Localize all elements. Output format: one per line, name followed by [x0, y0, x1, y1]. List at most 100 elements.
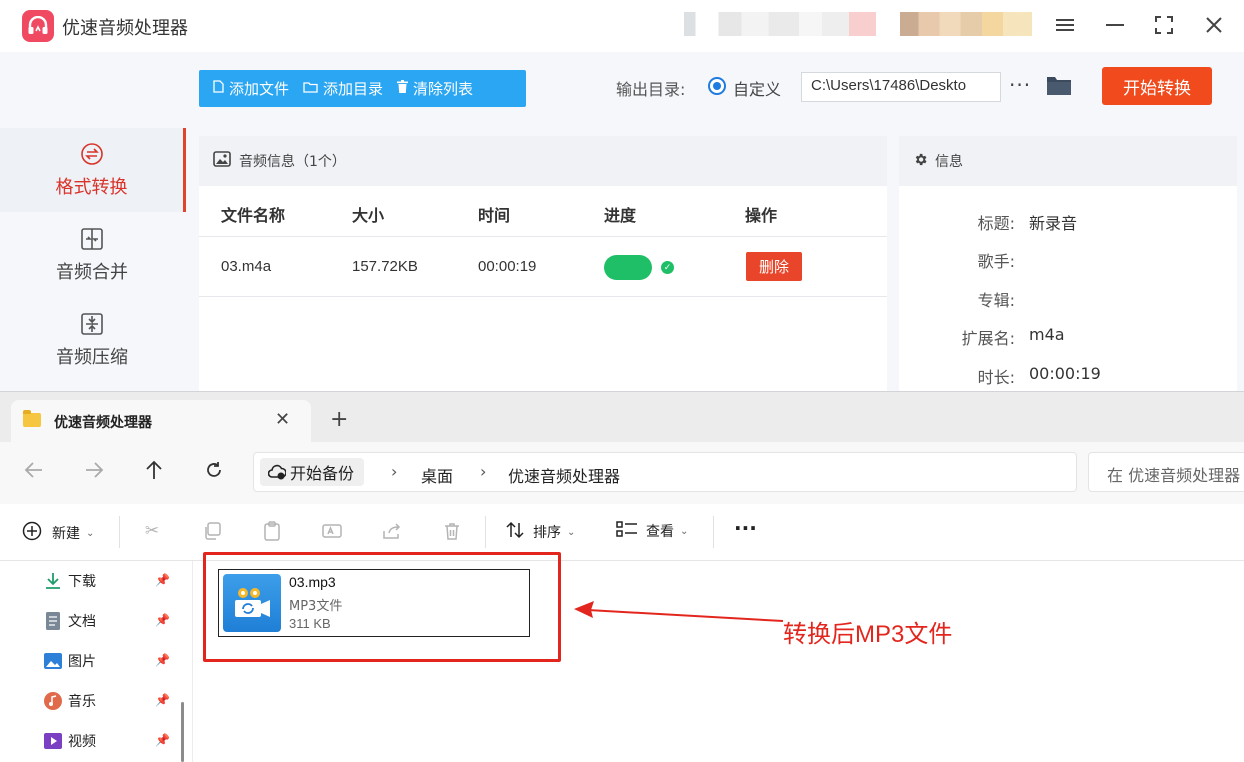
- start-convert-button[interactable]: 开始转换: [1102, 67, 1212, 105]
- copy-icon[interactable]: [201, 520, 223, 542]
- sort-button[interactable]: 排序 ⌄: [505, 521, 575, 543]
- chevron-down-icon: ⌄: [86, 528, 94, 539]
- file-size-cell: 157.72KB: [352, 258, 418, 275]
- blurred-avatar-area: [900, 12, 1032, 36]
- quick-access-videos[interactable]: 视频: [44, 731, 96, 751]
- highlight-frame: [203, 552, 561, 662]
- audio-panel-header: 音频信息（1个）: [199, 136, 887, 186]
- add-folder-label: 添加目录: [323, 78, 383, 99]
- file-name-cell: 03.m4a: [221, 258, 271, 275]
- pane-divider[interactable]: [192, 561, 193, 762]
- quick-access-label: 图片: [68, 651, 96, 671]
- divider: [485, 516, 486, 548]
- quick-access-documents[interactable]: 文档: [44, 611, 96, 631]
- view-list-icon: [616, 521, 638, 541]
- pin-icon[interactable]: 📌: [155, 573, 170, 587]
- new-tab-icon[interactable]: +: [330, 407, 348, 432]
- music-icon: [44, 692, 62, 710]
- cut-icon[interactable]: ✂: [141, 520, 163, 542]
- info-key: 专辑:: [978, 287, 1015, 311]
- breadcrumb-app-folder[interactable]: 优速音频处理器: [508, 463, 620, 487]
- explorer-tab[interactable]: 优速音频处理器 ✕: [11, 400, 311, 442]
- view-button[interactable]: 查看 ⌄: [616, 521, 688, 541]
- pin-icon[interactable]: 📌: [155, 653, 170, 667]
- output-dir-label: 输出目录:: [616, 76, 685, 100]
- sort-icon: [505, 521, 525, 543]
- breadcrumb-desktop[interactable]: 桌面: [421, 463, 453, 487]
- paste-icon[interactable]: [261, 520, 283, 542]
- folder-outline-icon: [303, 81, 318, 97]
- header-divider: [199, 236, 887, 237]
- app-logo-icon: [22, 10, 54, 42]
- custom-radio-label[interactable]: 自定义: [733, 76, 781, 100]
- info-key: 歌手:: [978, 248, 1015, 272]
- add-file-button[interactable]: 添加文件: [199, 70, 289, 107]
- breadcrumb-label: 开始备份: [290, 460, 354, 484]
- progress-bar: [604, 255, 652, 280]
- chevron-right-icon[interactable]: ›: [480, 462, 486, 481]
- annotation-text: 转换后MP3文件: [783, 614, 952, 649]
- sidebar-item-audio-compress[interactable]: 音频压缩: [0, 298, 184, 382]
- quick-access-music[interactable]: 音乐: [44, 691, 96, 711]
- pin-icon[interactable]: 📌: [155, 613, 170, 627]
- clear-list-button[interactable]: 清除列表: [383, 70, 473, 107]
- column-header-action: 操作: [745, 202, 777, 226]
- delete-icon[interactable]: [441, 520, 463, 542]
- info-key: 标题:: [978, 210, 1015, 234]
- explorer-command-bar: 新建 ⌄ ✂ 排序 ⌄: [0, 504, 1244, 561]
- divider: [713, 516, 714, 548]
- nav-pane-scrollbar[interactable]: [181, 702, 184, 762]
- chevron-right-icon[interactable]: ›: [391, 462, 397, 481]
- forward-arrow-icon[interactable]: [84, 460, 104, 484]
- video-icon: [44, 732, 62, 750]
- check-icon: ✓: [661, 261, 674, 274]
- sidebar-item-format-convert[interactable]: 格式转换: [0, 128, 186, 212]
- merge-icon: [79, 226, 105, 252]
- search-input[interactable]: 在 优速音频处理器: [1088, 452, 1244, 492]
- menu-icon[interactable]: [1050, 10, 1080, 40]
- quick-access-pictures[interactable]: 图片: [44, 651, 96, 671]
- custom-radio[interactable]: [708, 77, 726, 95]
- info-panel-header: 信息: [899, 136, 1237, 186]
- pin-icon[interactable]: 📌: [155, 693, 170, 707]
- info-panel: 信息 标题: 新录音 歌手: 专辑: 扩展名: m4a 时长: 00:00:19: [899, 136, 1237, 392]
- open-folder-icon[interactable]: [1046, 74, 1072, 96]
- column-header-time: 时间: [478, 202, 510, 226]
- minimize-icon[interactable]: [1100, 10, 1130, 40]
- delete-button[interactable]: 删除: [746, 252, 802, 281]
- picture-icon: [44, 652, 62, 670]
- close-icon[interactable]: [1199, 10, 1229, 40]
- explorer-tab-title: 优速音频处理器: [54, 412, 152, 432]
- info-key: 扩展名:: [962, 325, 1015, 349]
- blurred-account-area: [684, 12, 876, 36]
- maximize-icon[interactable]: [1149, 10, 1179, 40]
- quick-access-label: 文档: [68, 611, 96, 631]
- view-label: 查看: [646, 521, 674, 541]
- sidebar-item-audio-merge[interactable]: 音频合并: [0, 213, 184, 297]
- back-arrow-icon[interactable]: [24, 460, 44, 484]
- address-bar[interactable]: 开始备份 › 桌面 › 优速音频处理器: [253, 452, 1077, 492]
- new-label: 新建: [52, 523, 80, 543]
- sidebar-item-label: 格式转换: [56, 173, 128, 199]
- row-divider: [199, 296, 887, 297]
- up-arrow-icon[interactable]: [145, 460, 163, 485]
- chevron-down-icon: ⌄: [567, 527, 575, 538]
- pin-icon[interactable]: 📌: [155, 733, 170, 747]
- quick-access-downloads[interactable]: 下载: [44, 571, 96, 591]
- tab-close-icon[interactable]: ✕: [275, 409, 290, 430]
- share-icon[interactable]: [381, 520, 403, 542]
- explorer-navigation-pane: 下载 📌 文档 📌 图片 📌 音乐 📌 视频: [0, 561, 190, 762]
- more-commands-button[interactable]: ···: [734, 516, 757, 540]
- column-header-progress: 进度: [604, 202, 636, 226]
- more-options-button[interactable]: ···: [1009, 73, 1031, 97]
- info-value: m4a: [1029, 325, 1065, 344]
- refresh-icon[interactable]: [205, 460, 223, 484]
- output-path-input[interactable]: C:\Users\17486\Deskto: [801, 72, 1001, 102]
- breadcrumb-backup[interactable]: 开始备份: [260, 458, 364, 486]
- new-button[interactable]: 新建 ⌄: [22, 521, 94, 545]
- compress-icon: [79, 311, 105, 337]
- add-folder-button[interactable]: 添加目录: [289, 70, 383, 107]
- file-time-cell: 00:00:19: [478, 258, 536, 275]
- rename-icon[interactable]: [321, 520, 343, 542]
- cloud-backup-icon: [268, 464, 286, 484]
